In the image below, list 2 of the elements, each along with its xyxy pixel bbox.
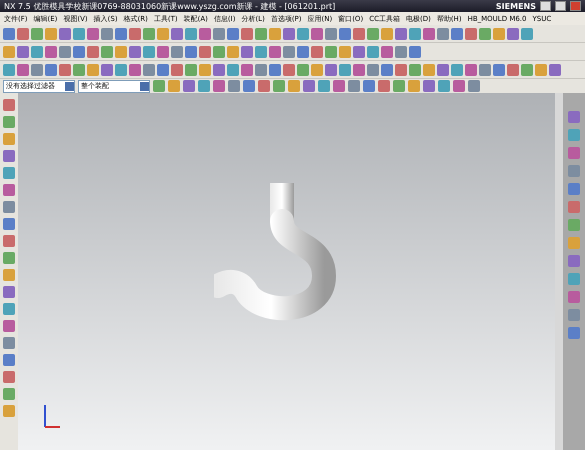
brand-label: SIEMENS	[496, 2, 536, 10]
window-title: NX 7.5 优胜模具学校新课0769-88031060新课www.yszg.com新课 - 建模 - [061201.prt]	[4, 0, 336, 12]
